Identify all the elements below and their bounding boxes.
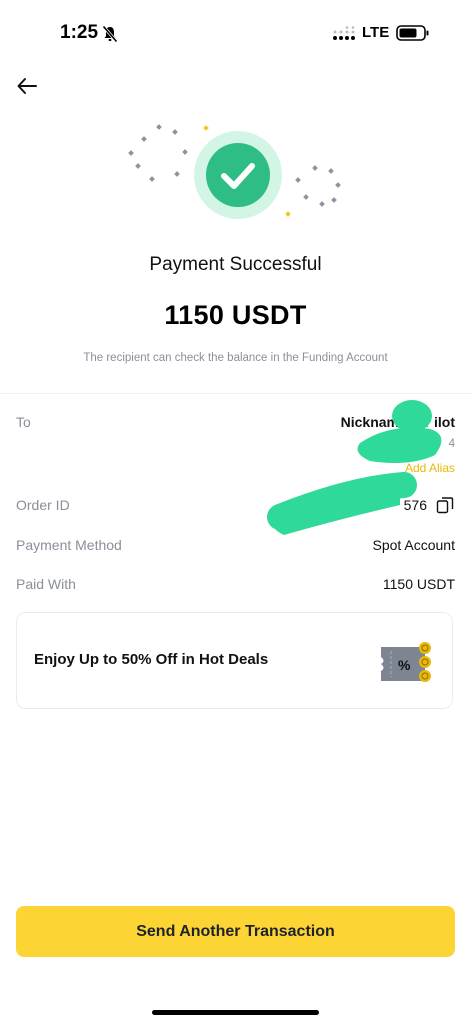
recipient-nickname: Nickname: Pr ilot xyxy=(340,414,455,430)
paid-with-value: 1150 USDT xyxy=(382,576,455,592)
page-title: Payment Successful xyxy=(149,254,322,275)
payment-method-value: Spot Account xyxy=(372,537,455,553)
recipient-id: 4 xyxy=(448,438,455,450)
arrow-left-icon[interactable] xyxy=(16,76,38,96)
svg-text:%: % xyxy=(398,657,411,673)
payment-method-label: Payment Method xyxy=(16,537,122,553)
add-alias-link[interactable]: Add Alias xyxy=(405,461,455,475)
paid-with-label: Paid With xyxy=(16,576,76,592)
payment-amount: 1150 USDT xyxy=(164,300,307,330)
bell-muted-icon xyxy=(102,25,118,43)
status-time: 1:25 xyxy=(60,22,99,43)
battery-icon xyxy=(396,25,429,41)
discount-coupon-icon: % xyxy=(381,642,431,682)
home-indicator xyxy=(152,1010,319,1015)
divider xyxy=(0,393,471,394)
promo-banner[interactable]: Enjoy Up to 50% Off in Hot Deals % xyxy=(16,612,453,709)
promo-text: Enjoy Up to 50% Off in Hot Deals xyxy=(34,651,269,668)
success-check-icon xyxy=(128,124,341,219)
copy-icon[interactable] xyxy=(435,495,455,515)
signal-icon xyxy=(333,26,355,40)
send-another-transaction-button[interactable]: Send Another Transaction xyxy=(16,906,455,957)
result-subtitle: The recipient can check the balance in t… xyxy=(83,352,388,364)
order-id-label: Order ID xyxy=(16,497,70,513)
network-type: LTE xyxy=(362,24,390,41)
order-id-value: 576 xyxy=(403,497,427,513)
to-label: To xyxy=(16,414,31,430)
